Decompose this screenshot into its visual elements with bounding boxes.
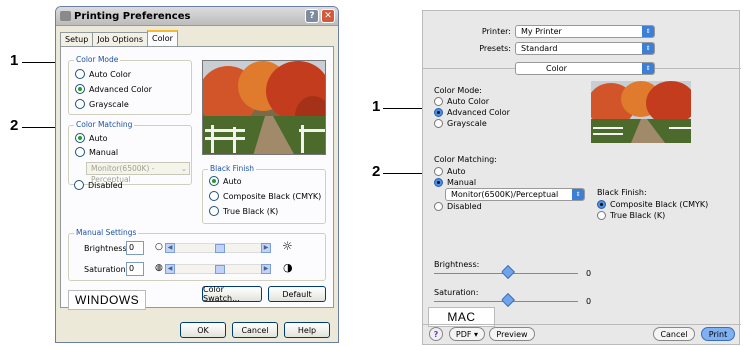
callout-2-left: 2 (10, 117, 19, 134)
sun-icon: ☼ (282, 239, 293, 253)
saturation-label: Saturation: (84, 265, 129, 274)
windows-printing-preferences-dialog: Printing Preferences ? ✕ Setup Job Optio… (55, 6, 339, 343)
print-button[interactable]: Print (701, 327, 735, 341)
radio-matching-manual[interactable]: Manual (75, 147, 118, 157)
panel-popup[interactable]: Color ⇕ (515, 62, 655, 75)
chevron-down-icon: ⌄ (180, 164, 187, 173)
preview-button[interactable]: Preview (489, 327, 535, 341)
printer-popup[interactable]: My Printer ⇕ (515, 25, 655, 38)
mac-color-preview-image (591, 81, 691, 143)
printer-label: Printer: (481, 27, 511, 36)
pdf-button[interactable]: PDF ▾ (449, 327, 485, 341)
radio-matching-auto[interactable]: Auto (75, 133, 108, 143)
black-finish-label: Black Finish: (597, 188, 647, 197)
radio-auto-color[interactable]: Auto Color (75, 69, 131, 79)
tab-setup[interactable]: Setup (60, 32, 94, 46)
color-preview-image (202, 60, 326, 155)
cancel-button[interactable]: Cancel (232, 322, 278, 338)
saturation-slider[interactable]: ◀ ▶ (165, 263, 271, 274)
help-title-button[interactable]: ? (305, 9, 319, 23)
saturation-input[interactable]: 0 (126, 262, 144, 276)
tab-job-options[interactable]: Job Options (92, 32, 149, 46)
mac-radio-composite-black[interactable]: Composite Black (CMYK) (597, 200, 708, 209)
radio-matching-disabled[interactable]: Disabled (74, 180, 123, 190)
printer-icon (60, 11, 71, 21)
separator (423, 324, 741, 325)
mac-print-dialog: Printer: My Printer ⇕ Presets: Standard ⇕ … (422, 10, 741, 345)
color-matching-legend: Color Matching (74, 120, 135, 129)
color-mode-label: Color Mode: (434, 86, 482, 95)
brightness-label: Brightness: (84, 244, 130, 253)
black-finish-legend: Black Finish (208, 164, 257, 173)
windows-os-label: WINDOWS (68, 290, 147, 310)
saturation-label: Saturation: (434, 288, 479, 297)
title-bar: Printing Preferences ? ✕ (56, 7, 338, 26)
color-mode-legend: Color Mode (74, 55, 121, 64)
callout-1-right: 1 (372, 98, 381, 115)
mac-radio-advanced-color[interactable]: Advanced Color (434, 108, 510, 117)
half-circle-icon: ◑ (283, 261, 293, 274)
radio-true-black[interactable]: True Black (K) (209, 206, 278, 216)
brightness-input[interactable]: 0 (126, 241, 144, 255)
brightness-label: Brightness: (434, 260, 480, 269)
callout-2-right: 2 (372, 163, 381, 180)
saturation-value: 0 (586, 297, 592, 306)
ok-button[interactable]: OK (180, 322, 226, 338)
low-saturation-icon: ◍ (155, 263, 163, 273)
close-button[interactable]: ✕ (321, 9, 335, 23)
radio-grayscale[interactable]: Grayscale (75, 99, 129, 109)
radio-advanced-color[interactable]: Advanced Color (75, 84, 152, 94)
radio-composite-black[interactable]: Composite Black (CMYK) (209, 191, 321, 201)
mac-radio-matching-manual[interactable]: Manual (434, 178, 476, 187)
mac-radio-true-black[interactable]: True Black (K) (597, 211, 665, 220)
brightness-value: 0 (586, 269, 592, 278)
profile-dropdown[interactable]: Monitor(6500K) - Perceptual ⌄ (86, 162, 190, 184)
brightness-slider-thumb[interactable] (500, 264, 516, 280)
color-swatch-button[interactable]: Color Swatch... (202, 285, 262, 303)
updown-arrow-icon: ⇕ (572, 189, 584, 200)
callout-1-left: 1 (10, 52, 19, 69)
black-finish-group: Black Finish Auto Composite Black (CMYK)… (202, 164, 326, 224)
saturation-slider-thumb[interactable] (500, 292, 516, 308)
help-button[interactable]: ? (429, 327, 443, 341)
presets-label: Presets: (479, 44, 511, 53)
dialog-title: Printing Preferences (74, 10, 191, 22)
mac-profile-popup[interactable]: Monitor(6500K)/Perceptual ⇕ (445, 188, 585, 201)
cancel-button[interactable]: Cancel (653, 327, 695, 341)
presets-popup[interactable]: Standard ⇕ (515, 42, 655, 55)
manual-settings-group: Manual Settings Brightness: 0 ○ ◀ ▶ ☼ Sat… (68, 228, 326, 281)
color-mode-group: Color Mode Auto Color Advanced Color Gra… (68, 55, 192, 115)
updown-arrow-icon: ⇕ (642, 63, 654, 74)
mac-radio-matching-disabled[interactable]: Disabled (434, 202, 482, 211)
manual-settings-legend: Manual Settings (74, 228, 139, 237)
updown-arrow-icon: ⇕ (642, 26, 654, 37)
default-button[interactable]: Default (268, 286, 326, 302)
radio-black-auto[interactable]: Auto (209, 176, 242, 186)
color-matching-label: Color Matching: (434, 155, 497, 164)
tab-color[interactable]: Color (147, 30, 178, 46)
help-button[interactable]: Help (284, 322, 330, 338)
brightness-slider[interactable]: ◀ ▶ (165, 242, 271, 253)
mac-radio-grayscale[interactable]: Grayscale (434, 119, 487, 128)
color-tab-panel: Color Mode Auto Color Advanced Color Gra… (60, 46, 334, 310)
low-brightness-icon: ○ (155, 242, 163, 252)
mac-radio-auto-color[interactable]: Auto Color (434, 97, 489, 106)
updown-arrow-icon: ⇕ (642, 43, 654, 54)
mac-radio-matching-auto[interactable]: Auto (434, 167, 466, 176)
color-matching-group: Color Matching Auto Manual Monitor(6500K… (68, 120, 192, 185)
